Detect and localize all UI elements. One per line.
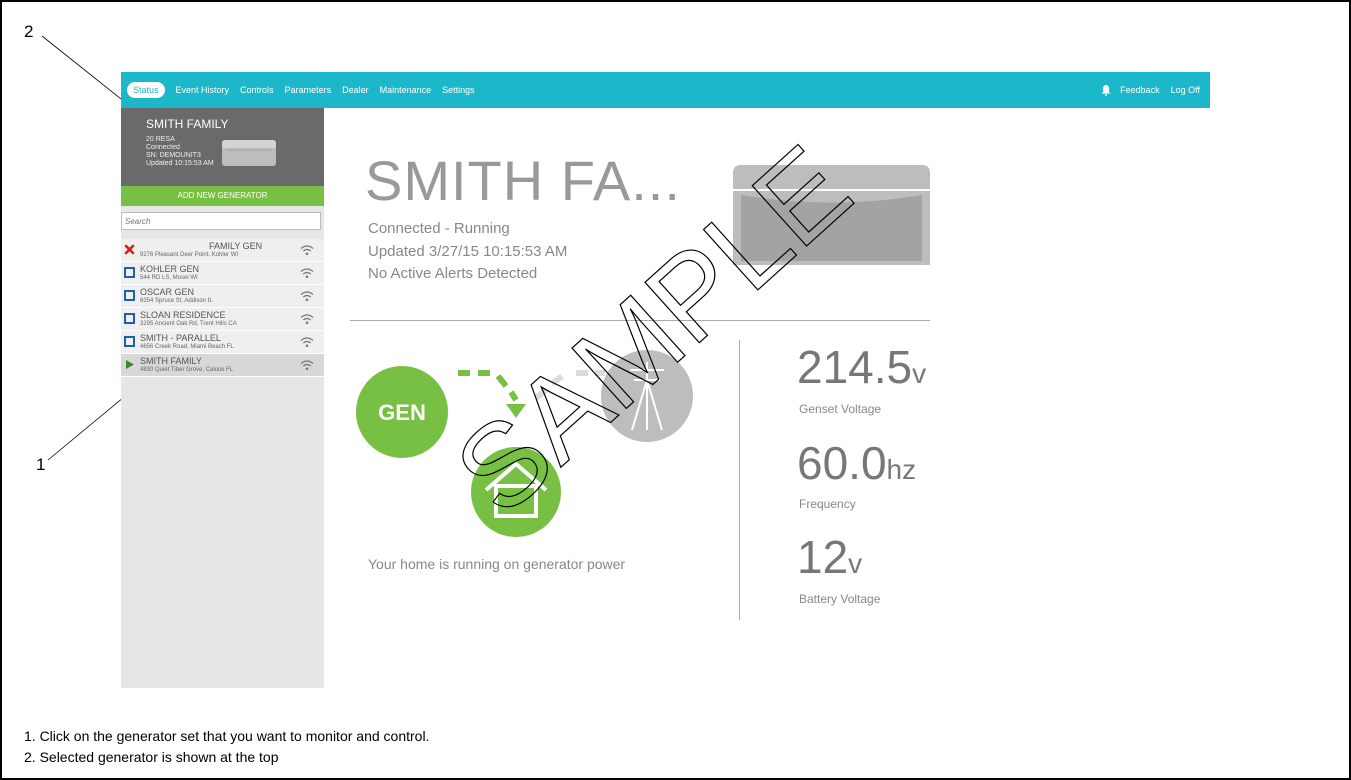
wifi-icon [300,268,314,279]
list-item[interactable]: SLOAN RESIDENCE 3295 Ancient Oak Rd, Tre… [121,308,324,331]
callout-one: 1 [36,455,46,474]
home-circle [471,447,561,537]
flow-arrow-gen [458,370,519,402]
search-input[interactable] [121,212,321,230]
selected-title: SMITH FAMILY [146,117,229,131]
stopped-square-icon [124,267,135,278]
tab-controls[interactable]: Controls [240,85,274,95]
generator-thumbnail-icon [222,140,276,166]
bell-icon[interactable] [1100,84,1112,96]
generator-address: 6354 Spruce St, Addison IL [140,298,213,304]
tab-maintenance[interactable]: Maintenance [380,85,432,95]
tab-status[interactable]: Status [127,82,165,98]
generator-name: OSCAR GEN [140,287,195,297]
tab-parameters[interactable]: Parameters [285,85,332,95]
updated-time: Updated 3/27/15 10:15:53 AM [368,243,568,260]
gen-label: GEN [378,400,426,425]
list-item[interactable]: FAMILY GEN 9276 Pleasant Deer Point, Koh… [121,239,324,262]
generator-list: FAMILY GEN 9276 Pleasant Deer Point, Koh… [121,239,324,377]
frequency-label: Frequency [799,497,856,511]
alerts-status: No Active Alerts Detected [368,265,538,282]
wifi-icon [300,360,314,371]
flow-line-utility [534,370,605,401]
stopped-square-icon [124,313,135,324]
selected-serial: SN: DEMOUNIT3 [146,152,201,159]
frequency-value: 60.0hz [797,437,917,489]
wifi-icon [300,245,314,256]
genset-voltage-value: 214.5v [797,341,927,393]
logoff-link[interactable]: Log Off [1171,85,1200,95]
generator-name: SMITH - PARALLEL [140,333,221,343]
sidebar: SMITH FAMILY 20 RESA Connected SN: DEMOU… [121,108,324,688]
generator-name: SMITH FAMILY [140,356,202,366]
wifi-icon [300,291,314,302]
generator-address: 3295 Ancient Oak Rd, Trent Hills CA [140,321,237,327]
error-x-icon [124,244,135,255]
list-item[interactable]: SMITH - PARALLEL 4656 Creek Road, Miami … [121,331,324,354]
battery-voltage-value: 12v [797,531,863,583]
list-item[interactable]: KOHLER GEN 544 RD LS, Mosel WI [121,262,324,285]
selected-model: 20 RESA [146,136,175,143]
feedback-link[interactable]: Feedback [1120,85,1160,95]
stopped-square-icon [124,290,135,301]
generator-name: FAMILY GEN [209,241,263,251]
top-nav: Status Event History Controls Parameters… [121,72,1210,108]
flow-arrowhead [506,404,526,418]
home-power-message: Your home is running on generator power [368,556,626,572]
tab-event-history[interactable]: Event History [176,85,230,95]
generator-name: SLOAN RESIDENCE [140,310,226,320]
callout-two: 2 [24,22,34,41]
battery-voltage-label: Battery Voltage [799,592,881,606]
selected-generator-card: SMITH FAMILY 20 RESA Connected SN: DEMOU… [121,108,324,186]
selected-updated: Updated 10:15:53 AM [146,160,214,167]
generator-name: KOHLER GEN [140,264,200,274]
generator-address: 544 RD LS, Mosel WI [140,275,198,281]
selected-connection: Connected [146,144,180,151]
generator-address: 4830 Quiet Tiber Grove, Calook FL [140,367,234,373]
genset-voltage-label: Genset Voltage [799,402,882,416]
wifi-icon [300,314,314,325]
tab-dealer[interactable]: Dealer [342,85,369,95]
generator-address: 9276 Pleasant Deer Point, Kohler WI [140,252,239,258]
list-item[interactable]: OSCAR GEN 6354 Spruce St, Addison IL [121,285,324,308]
generator-address: 4656 Creek Road, Miami Beach FL [140,344,234,350]
list-item-selected[interactable]: SMITH FAMILY 4830 Quiet Tiber Grove, Cal… [121,354,324,377]
connection-status: Connected - Running [368,220,510,237]
stopped-square-icon [124,336,135,347]
running-play-icon [126,360,134,369]
tab-settings[interactable]: Settings [442,85,475,95]
page-title: SMITH FA... [365,149,681,212]
footnote-two: 2. Selected generator is shown at the to… [24,749,279,765]
power-flow-diagram: GEN [356,350,693,537]
wifi-icon [300,337,314,348]
generator-image-icon [733,165,930,265]
footnote-one: 1. Click on the generator set that you w… [24,728,430,744]
add-new-generator-button[interactable]: ADD NEW GENERATOR [121,186,324,206]
